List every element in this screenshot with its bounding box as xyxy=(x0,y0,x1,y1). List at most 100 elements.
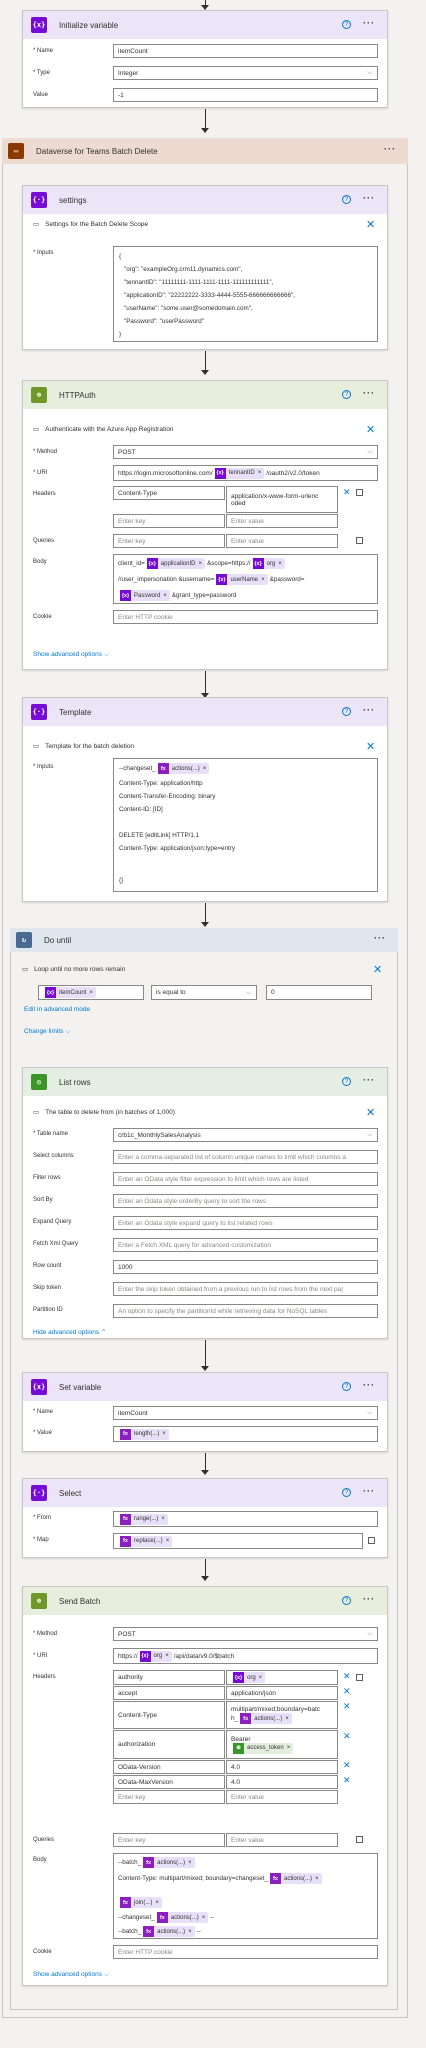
header-value-empty[interactable]: Enter value xyxy=(226,514,338,528)
itemcount-token[interactable]: {x} itemCount × xyxy=(45,987,96,998)
more-options-icon[interactable]: ··· xyxy=(363,705,375,715)
uri-field[interactable]: https:// {x} org × /api/data/v9.0/$batch xyxy=(113,1648,378,1664)
copy-icon[interactable] xyxy=(356,1836,363,1843)
password-token[interactable]: {x} Password × xyxy=(120,590,170,601)
actions-token[interactable]: fx actions(...) × xyxy=(143,1926,195,1937)
more-options-icon[interactable]: ··· xyxy=(363,388,375,398)
header-key[interactable]: OData-MaxVersion xyxy=(113,1775,225,1789)
help-icon[interactable]: ? xyxy=(342,1077,351,1086)
switch-mode-icon[interactable] xyxy=(368,1537,375,1544)
body-editor[interactable]: --batch_ fx actions(...) × Content-Type: m… xyxy=(113,1853,378,1939)
close-icon[interactable]: ✕ xyxy=(366,218,375,231)
show-advanced-link[interactable]: Show advanced options ⌵ xyxy=(33,651,109,659)
cookie-field[interactable]: Enter HTTP cookie xyxy=(113,610,378,624)
name-field[interactable]: itemCount xyxy=(113,44,378,58)
range-token[interactable]: fx range(...) × xyxy=(120,1513,168,1525)
edit-advanced-link[interactable]: Edit in advanced mode xyxy=(24,1006,90,1013)
actions-token[interactable]: fx actions(...) × xyxy=(270,1873,322,1884)
header-value[interactable]: application/json xyxy=(226,1686,338,1700)
body-editor[interactable]: client_id= {x} applicationID × &scope=http… xyxy=(113,554,378,604)
do-until-header[interactable]: ↻ Do until ··· xyxy=(10,928,398,952)
header-key[interactable]: Content-Type xyxy=(113,1701,225,1729)
show-advanced-link[interactable]: Show advanced options ⌵ xyxy=(33,1971,109,1979)
header-value[interactable]: 4.0 xyxy=(226,1760,338,1774)
actions-token[interactable]: fx actions(...) × xyxy=(156,1912,209,1923)
map-field[interactable]: fx replace(...) × xyxy=(113,1533,363,1549)
delete-row-icon[interactable]: ✕ xyxy=(343,1701,351,1712)
delete-row-icon[interactable]: ✕ xyxy=(343,1760,351,1771)
length-token[interactable]: fx length(...) × xyxy=(120,1428,169,1440)
query-key[interactable]: Enter key xyxy=(113,1833,225,1847)
httpauth-header[interactable]: ⊕ HTTPAuth xyxy=(23,381,387,409)
header-key[interactable]: authority xyxy=(113,1670,225,1685)
condition-left-field[interactable]: {x} itemCount × xyxy=(38,985,144,1000)
skip-token-field[interactable]: Enter the skip token obtained from a pre… xyxy=(113,1282,378,1296)
username-token[interactable]: {x} userName × xyxy=(216,574,268,585)
remove-icon[interactable]: × xyxy=(162,1431,166,1437)
header-key[interactable]: accept xyxy=(113,1686,225,1700)
org-token[interactable]: {x} org × xyxy=(139,1650,172,1662)
copy-icon[interactable] xyxy=(356,1674,363,1681)
settings-header[interactable]: {·} settings xyxy=(23,186,387,214)
from-field[interactable]: fx range(...) × xyxy=(113,1511,378,1527)
join-token[interactable]: fx join(...) × xyxy=(120,1897,162,1908)
select-columns-field[interactable]: Enter a comma-separated list of column u… xyxy=(113,1150,378,1164)
query-value[interactable]: Enter value xyxy=(226,1833,338,1847)
init-variable-header[interactable]: {x} Initialize variable xyxy=(23,11,387,39)
method-select[interactable]: POST ⌵ xyxy=(113,1627,378,1641)
applicationid-token[interactable]: {x} applicationID × xyxy=(146,558,205,569)
remove-icon[interactable]: × xyxy=(315,1876,319,1882)
header-value[interactable]: application/x-www-form-urlenc oded xyxy=(226,486,338,513)
fetch-xml-field[interactable]: Enter a Fetch XML query for advanced cus… xyxy=(113,1238,378,1252)
header-key-empty[interactable]: Enter key xyxy=(113,514,225,528)
hide-advanced-link[interactable]: Hide advanced options ⌃ xyxy=(33,1328,106,1336)
set-variable-header[interactable]: {x} Set variable xyxy=(23,1373,387,1401)
more-options-icon[interactable]: ··· xyxy=(384,144,396,154)
header-key[interactable]: authorization xyxy=(113,1730,225,1759)
name-select[interactable]: itemCount ⌵ xyxy=(113,1406,378,1420)
remove-icon[interactable]: × xyxy=(165,1653,169,1659)
remove-icon[interactable]: × xyxy=(287,1745,291,1751)
remove-icon[interactable]: × xyxy=(188,1860,192,1866)
help-icon[interactable]: ? xyxy=(342,1596,351,1605)
remove-icon[interactable]: × xyxy=(259,1675,263,1681)
header-key[interactable]: Content-Type xyxy=(113,486,225,500)
select-header[interactable]: {·} Select xyxy=(23,1479,387,1507)
delete-row-icon[interactable]: ✕ xyxy=(343,1731,351,1742)
scope-header[interactable]: ▭ Dataverse for Teams Batch Delete ··· xyxy=(2,138,408,164)
actions-token[interactable]: fx actions(...) × xyxy=(143,1857,195,1868)
method-select[interactable]: POST ⌵ xyxy=(113,445,378,459)
type-select[interactable]: Integer ⌵ xyxy=(113,66,378,80)
remove-icon[interactable]: × xyxy=(163,593,167,599)
close-icon[interactable]: ✕ xyxy=(366,740,375,753)
remove-icon[interactable]: × xyxy=(161,1516,165,1522)
cookie-field[interactable]: Enter HTTP cookie xyxy=(113,1945,378,1959)
remove-icon[interactable]: × xyxy=(203,766,207,772)
uri-field[interactable]: https://login.microsoftonline.com/ {x} te… xyxy=(113,465,378,481)
more-options-icon[interactable]: ··· xyxy=(363,193,375,203)
help-icon[interactable]: ? xyxy=(342,390,351,399)
filter-rows-field[interactable]: Enter an OData style filter expression t… xyxy=(113,1172,378,1186)
help-icon[interactable]: ? xyxy=(342,707,351,716)
remove-icon[interactable]: × xyxy=(155,1900,159,1906)
delete-row-icon[interactable]: ✕ xyxy=(343,1671,351,1682)
change-limits-link[interactable]: Change limits ⌵ xyxy=(24,1028,70,1036)
header-key[interactable]: OData-Version xyxy=(113,1760,225,1774)
replace-token[interactable]: fx replace(...) × xyxy=(120,1535,173,1547)
table-select[interactable]: crb1c_MonthlySalesAnalysis ⌵ xyxy=(113,1128,378,1142)
remove-icon[interactable]: × xyxy=(261,577,265,583)
help-icon[interactable]: ? xyxy=(342,1488,351,1497)
condition-right-field[interactable]: 0 xyxy=(266,985,372,1000)
more-options-icon[interactable]: ··· xyxy=(363,18,375,28)
delete-row-icon[interactable]: ✕ xyxy=(343,487,351,498)
header-value[interactable]: multipart/mixed;boundary=batc h_ fx action… xyxy=(226,1701,338,1729)
tennantid-token[interactable]: {x} tennantID × xyxy=(214,467,265,479)
remove-icon[interactable]: × xyxy=(202,1915,206,1921)
more-options-icon[interactable]: ··· xyxy=(374,933,386,943)
header-key-empty[interactable]: Enter key xyxy=(113,1790,225,1804)
expand-query-field[interactable]: Enter an Odata style expand query to lis… xyxy=(113,1216,378,1230)
copy-icon[interactable] xyxy=(356,537,363,544)
query-key[interactable]: Enter key xyxy=(113,534,225,548)
condition-operator-select[interactable]: is equal to ⌵ xyxy=(151,985,257,1000)
help-icon[interactable]: ? xyxy=(342,1382,351,1391)
